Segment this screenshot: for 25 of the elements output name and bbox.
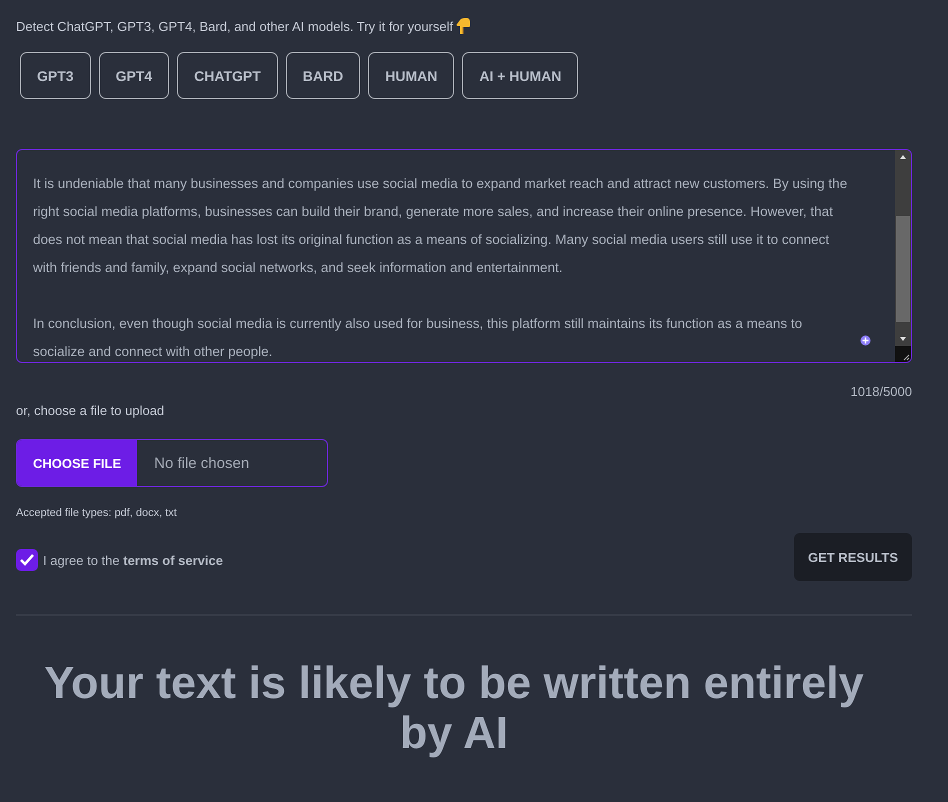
plus-circle-icon[interactable] <box>860 335 871 346</box>
scrollbar[interactable] <box>895 150 911 362</box>
result-heading: Your text is likely to be written entirely by AI <box>43 658 865 758</box>
checkbox[interactable] <box>16 549 38 571</box>
get-results-button[interactable]: GET RESULTS <box>794 533 912 581</box>
choose-file-button[interactable]: CHOOSE FILE <box>17 440 138 486</box>
text-paragraph: In conclusion, even though social media is currently also used for business, this platform still maintains its function as a means to socialize and connect with other people. <box>33 315 804 361</box>
pointing-hand-icon <box>456 18 470 34</box>
agree-label: I agree to the terms of service <box>43 552 223 568</box>
model-button[interactable]: GPT3 <box>20 52 91 99</box>
intro-text: Detect ChatGPT, GPT3, GPT4, Bard, and other AI models. Try it for yourself <box>16 18 454 34</box>
checkmark-icon <box>19 553 35 567</box>
file-status: No file chosen <box>153 454 250 474</box>
text-paragraph: It is undeniable that many businesses and companies use social media to expand market reach and attract new customers. By using the right social media platforms, businesses can build their brand, generate more sales, and increase their online presence. However, that does not mean that social media has lost its original function as a means of socializing. Many social media users still use it to connect with friends and family, expand social networks, and seek information and entertainment. <box>33 175 848 277</box>
file-types-hint: Accepted file types: pdf, docx, txt <box>16 507 178 519</box>
file-input[interactable]: CHOOSE FILE No file chosen <box>16 439 328 487</box>
upload-label: or, choose a file to upload <box>16 403 166 418</box>
model-button[interactable]: CHATGPT <box>177 52 278 99</box>
model-button[interactable]: BARD <box>286 52 360 99</box>
text-input[interactable] <box>16 149 912 363</box>
model-button[interactable]: AI + HUMAN <box>462 52 578 99</box>
model-button[interactable]: GPT4 <box>98 52 170 99</box>
character-count: 1018/5000 <box>850 384 912 399</box>
model-button[interactable]: HUMAN <box>368 52 454 99</box>
resize-handle-icon[interactable] <box>895 346 911 362</box>
